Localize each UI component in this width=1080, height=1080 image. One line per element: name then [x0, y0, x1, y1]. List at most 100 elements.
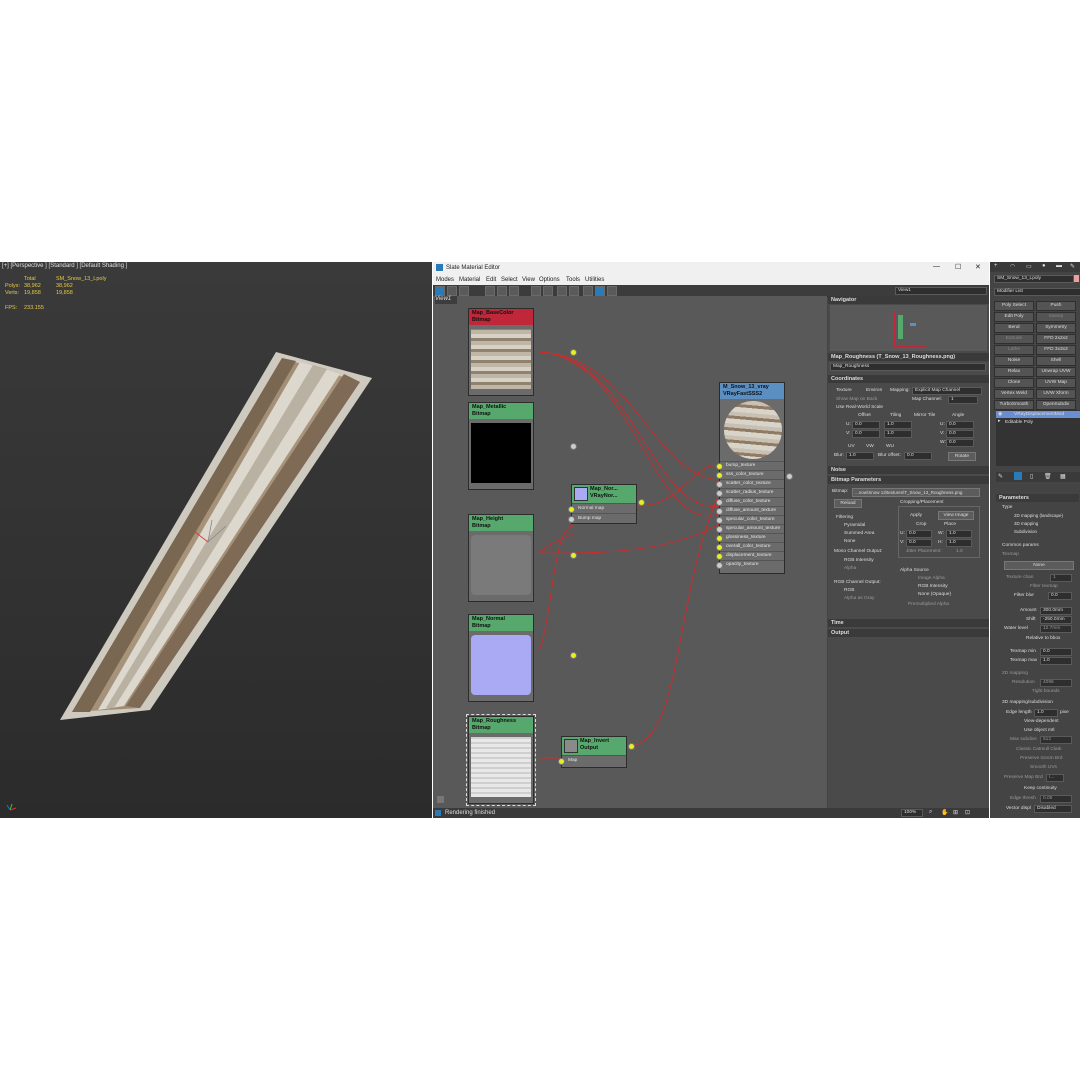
pyramidal-radio[interactable]: Pyramidal — [844, 523, 865, 528]
menu-tools[interactable]: Tools — [566, 277, 580, 283]
normal-out-socket[interactable] — [570, 652, 577, 659]
blur-offset-field[interactable]: 0.0 — [904, 452, 932, 460]
alpha-as-gray-radio[interactable]: Alpha as Gray — [844, 596, 874, 601]
modifier-ffd-3x3x3[interactable]: FFD 3x3x3 — [1036, 345, 1076, 355]
tight-bounds-checkbox[interactable]: Tight bounds — [1032, 689, 1060, 694]
bitmap-path-button[interactable]: ...now\Snow 13\textures\T_Snow_13_Roughn… — [852, 488, 980, 497]
u-offset-field[interactable]: 0.0 — [852, 421, 880, 429]
edge-thresh-field[interactable]: 0.05 — [1040, 795, 1072, 803]
show-map-on-back-checkbox[interactable]: Show Map on Back — [836, 397, 877, 402]
configure-sets-icon[interactable]: ▦ — [1060, 473, 1066, 480]
crop-u-field[interactable]: 0.0 — [906, 530, 932, 538]
maximize-icon[interactable]: ☐ — [955, 263, 961, 271]
node-material[interactable]: M_Snow_13_vray VRayFastSSS2 bump_texture… — [716, 382, 793, 574]
menu-material[interactable]: Material — [459, 277, 480, 283]
texture-chan-field[interactable]: 1 — [1050, 574, 1072, 582]
remove-modifier-icon[interactable]: 🗑 — [1044, 473, 1052, 480]
crop-w-field[interactable]: 1.0 — [946, 530, 972, 538]
object-color-swatch[interactable] — [1074, 275, 1079, 282]
zoom-dropdown[interactable]: 100% — [901, 809, 923, 817]
hide-slots-icon[interactable] — [509, 286, 519, 296]
vw-radio[interactable]: VW — [866, 444, 874, 449]
v-offset-field[interactable]: 0.0 — [852, 430, 880, 438]
normalmap-out-socket[interactable] — [638, 499, 645, 506]
normalmap-in-normal[interactable] — [568, 506, 575, 513]
modifier-opensubdiv[interactable]: OpenSubdiv — [1036, 400, 1076, 410]
modifier-shell[interactable]: Shell — [1036, 356, 1076, 366]
make-unique-icon[interactable]: ▯ — [1030, 473, 1033, 480]
texmap-max-field[interactable]: 1.0 — [1040, 657, 1072, 665]
select-tool-icon[interactable] — [435, 286, 445, 296]
filter-none-radio[interactable]: None — [844, 539, 855, 544]
mat-in-opacity[interactable] — [716, 562, 723, 569]
pin-stack-icon[interactable]: ✎ — [998, 473, 1003, 480]
perspective-viewport[interactable]: [+] [Perspective ] [Standard ] [Default … — [0, 262, 432, 818]
filter-blur-field[interactable]: 0.0 — [1048, 592, 1072, 600]
height-out-socket[interactable] — [570, 552, 577, 559]
use-real-world-checkbox[interactable]: Use Real-World Scale — [836, 405, 883, 410]
create-tab-icon[interactable]: + — [994, 263, 998, 269]
show-map-icon[interactable] — [531, 286, 541, 296]
texmap-min-field[interactable]: 0.0 — [1040, 648, 1072, 656]
close-icon[interactable]: ✕ — [975, 263, 981, 271]
snow-track-mesh[interactable] — [0, 262, 432, 818]
mat-slot-bump[interactable]: bump_texture — [716, 461, 784, 470]
water-level-field[interactable]: 12.7mm — [1040, 625, 1072, 633]
delete-icon[interactable] — [485, 286, 495, 296]
classic-catmull-checkbox[interactable]: Classic Catmull Clark — [1016, 747, 1062, 752]
map-channel-field[interactable]: 1 — [948, 396, 978, 404]
menu-select[interactable]: Select — [501, 277, 518, 283]
navigator-view[interactable] — [830, 305, 987, 351]
pan-view-icon[interactable]: ✋ — [941, 809, 948, 816]
eye-icon[interactable]: ◉ — [998, 411, 1002, 417]
summed-area-radio[interactable]: Summed Area — [844, 531, 874, 536]
modifier-bend[interactable]: Bend — [994, 323, 1034, 333]
premultiplied-alpha-checkbox[interactable]: Premultiplied Alpha — [908, 602, 949, 607]
type-2d-radio[interactable]: 2D mapping (landscape) — [1014, 513, 1063, 518]
none-opaque-radio[interactable]: None (Opaque) — [918, 592, 951, 597]
output-rollout[interactable]: Output — [828, 629, 989, 637]
modifier-clone[interactable]: Clone — [994, 378, 1034, 388]
invert-out-socket[interactable] — [628, 743, 635, 750]
preserve-map-dropdown[interactable]: I... — [1046, 774, 1064, 782]
put-to-scene-icon[interactable] — [459, 286, 469, 296]
mat-in-scatter-radius[interactable] — [716, 490, 723, 497]
mat-in-overall-color[interactable] — [716, 544, 723, 551]
rgb-radio[interactable]: RGB — [844, 588, 854, 593]
view-image-button[interactable]: View Image — [938, 511, 974, 520]
select-by-material-icon[interactable] — [607, 286, 617, 296]
show-end-result-icon[interactable] — [1014, 472, 1022, 480]
move-children-icon[interactable] — [497, 286, 507, 296]
hierarchy-tab-icon[interactable]: ▭ — [1026, 263, 1032, 270]
zoom-extents-icon[interactable]: ⊞ — [953, 809, 958, 816]
w-angle-field[interactable]: 0.0 — [946, 439, 974, 447]
modifier-vertex-weld[interactable]: Vertex Weld — [994, 389, 1034, 399]
view-select-dropdown[interactable]: View1 — [895, 287, 987, 295]
rotate-button[interactable]: Rotate — [948, 452, 976, 461]
modifier-ffd-2x2x2[interactable]: FFD 2x2x2 — [1036, 334, 1076, 344]
normalmap-slot-bump[interactable]: Bump map — [568, 513, 636, 523]
crop-radio[interactable]: Crop — [916, 522, 926, 527]
v-tiling-field[interactable]: 1.0 — [884, 430, 912, 438]
node-basecolor[interactable]: Map_BaseColor Bitmap — [468, 308, 577, 396]
slate-material-editor[interactable]: Slate Material Editor — ☐ ✕ Modes Materi… — [433, 262, 989, 818]
mat-in-glossiness[interactable] — [716, 535, 723, 542]
expand-arrow-icon[interactable]: ▸ — [998, 419, 1000, 424]
node-normalmap[interactable]: Map_Nor... VRayNor... Normal map Bump ma… — [568, 484, 645, 524]
filter-texmap-checkbox[interactable]: Filter texmap — [1030, 584, 1058, 589]
metallic-out-socket[interactable] — [570, 443, 577, 450]
relative-bbox-checkbox[interactable]: Relative to bbox — [1026, 636, 1060, 641]
mat-in-scatter-color[interactable] — [716, 481, 723, 488]
shift-field[interactable]: -250.0mm — [1040, 616, 1072, 624]
uv-radio[interactable]: UV — [848, 444, 855, 449]
stack-item-editable-poly[interactable]: ▸ Editable Poly — [996, 419, 1080, 426]
reload-button[interactable]: Reload — [834, 499, 862, 508]
mapping-dropdown[interactable]: Explicit Map Channel — [912, 387, 982, 395]
modifier-lathe[interactable]: Lathe — [994, 345, 1034, 355]
jitter-value[interactable]: 1.0 — [956, 549, 963, 554]
material-map-browser-icon[interactable] — [583, 286, 593, 296]
mat-slot-scatter-color[interactable]: scatter_color_texture — [716, 479, 784, 488]
pan-icon[interactable] — [437, 796, 444, 803]
modifier-relax[interactable]: Relax — [994, 367, 1034, 377]
mono-rgb-intensity-radio[interactable]: RGB Intensity — [844, 558, 874, 563]
